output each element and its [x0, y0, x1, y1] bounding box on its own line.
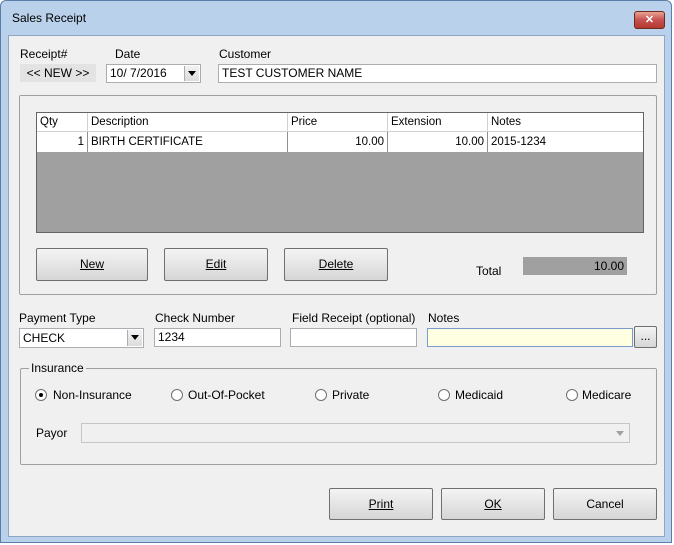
notes-label: Notes	[428, 311, 460, 325]
delete-button[interactable]: Delete	[284, 248, 388, 281]
column-header-description[interactable]: Description	[88, 113, 288, 131]
column-header-notes[interactable]: Notes	[488, 113, 643, 131]
radio-label: Medicare	[582, 388, 632, 402]
payor-label: Payor	[36, 426, 68, 440]
sales-receipt-window: Sales Receipt ✕ Receipt# << NEW >> Date …	[0, 0, 672, 543]
radio-label: Out-Of-Pocket	[188, 388, 265, 402]
check-number-field[interactable]: 1234	[154, 328, 281, 347]
date-label: Date	[115, 47, 141, 61]
field-receipt-label: Field Receipt (optional)	[292, 311, 416, 325]
total-value: 10.00	[523, 257, 627, 275]
close-icon[interactable]: ✕	[634, 11, 665, 29]
receipt-label: Receipt#	[20, 47, 68, 61]
cell-notes[interactable]: 2015-1234	[488, 132, 643, 152]
total-label: Total	[476, 264, 502, 278]
ok-button[interactable]: OK	[441, 488, 545, 520]
cancel-button-label: Cancel	[586, 497, 624, 511]
customer-field[interactable]: TEST CUSTOMER NAME	[218, 64, 657, 83]
radio-button[interactable]	[566, 389, 578, 401]
column-header-extension[interactable]: Extension	[388, 113, 488, 131]
table-row[interactable]: 1 BIRTH CERTIFICATE 10.00 10.00 2015-123…	[37, 132, 643, 152]
print-button[interactable]: Print	[329, 488, 433, 520]
chevron-down-icon[interactable]	[184, 66, 199, 81]
edit-button[interactable]: Edit	[164, 248, 268, 281]
radio-label: Non-Insurance	[53, 388, 132, 402]
payor-select[interactable]	[81, 423, 630, 443]
notes-field[interactable]	[427, 328, 633, 347]
check-number-label: Check Number	[155, 311, 236, 325]
cell-price[interactable]: 10.00	[288, 132, 388, 152]
radio-button[interactable]	[171, 389, 183, 401]
grid-header: Qty Description Price Extension Notes	[37, 113, 643, 132]
cancel-button[interactable]: Cancel	[553, 488, 657, 520]
chevron-down-icon[interactable]	[127, 330, 142, 346]
column-header-qty[interactable]: Qty	[37, 113, 88, 131]
insurance-group: Insurance Non-Insurance Out-Of-Pocket Pr…	[20, 361, 657, 465]
customer-label: Customer	[219, 47, 272, 61]
insurance-group-label: Insurance	[29, 361, 86, 375]
edit-button-label: Edit	[205, 257, 227, 271]
dialog-client: Receipt# << NEW >> Date 10/ 7/2016 Custo…	[8, 35, 665, 537]
notes-browse-button[interactable]: ...	[634, 326, 657, 348]
payment-type-label: Payment Type	[19, 311, 96, 325]
chevron-down-icon	[613, 425, 628, 441]
payment-type-select[interactable]: CHECK	[19, 328, 144, 348]
date-picker[interactable]: 10/ 7/2016	[106, 64, 201, 83]
payment-type-value: CHECK	[23, 331, 66, 345]
radio-button-selected[interactable]	[35, 389, 47, 401]
cell-description[interactable]: BIRTH CERTIFICATE	[88, 132, 288, 152]
line-items-grid[interactable]: Qty Description Price Extension Notes 1 …	[36, 112, 644, 233]
print-button-label: Print	[368, 497, 394, 511]
field-receipt-field[interactable]	[290, 328, 417, 347]
radio-button[interactable]	[438, 389, 450, 401]
ok-button-label: OK	[484, 497, 502, 511]
delete-button-label: Delete	[318, 257, 354, 271]
line-items-panel: Qty Description Price Extension Notes 1 …	[19, 95, 657, 295]
window-title: Sales Receipt	[12, 11, 87, 25]
radio-button[interactable]	[315, 389, 327, 401]
column-header-price[interactable]: Price	[288, 113, 388, 131]
radio-label: Private	[332, 388, 370, 402]
cell-qty[interactable]: 1	[37, 132, 88, 152]
cell-extension[interactable]: 10.00	[388, 132, 488, 152]
title-bar[interactable]: Sales Receipt ✕	[1, 1, 671, 35]
new-button[interactable]: New	[36, 248, 148, 281]
new-button-label: New	[79, 257, 104, 271]
radio-label: Medicaid	[455, 388, 504, 402]
receipt-number-field: << NEW >>	[20, 64, 96, 82]
date-value: 10/ 7/2016	[110, 66, 167, 80]
